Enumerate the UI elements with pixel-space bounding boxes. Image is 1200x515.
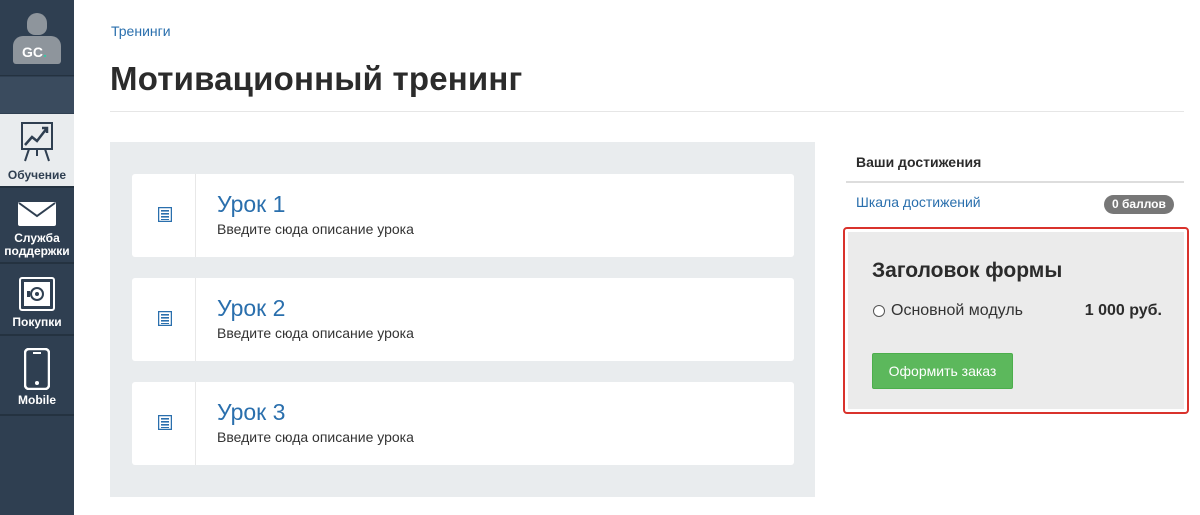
sidebar-item-label: Служба поддержки	[4, 231, 70, 258]
lesson-title[interactable]: Урок 3	[217, 399, 285, 426]
lessons-panel: Урок 1 Введите сюда описание урока Урок …	[110, 142, 815, 497]
smartphone-icon	[24, 348, 50, 390]
lesson-card[interactable]: Урок 1 Введите сюда описание урока	[132, 174, 794, 257]
document-list-icon	[158, 415, 172, 430]
page-title: Мотивационный тренинг	[110, 60, 523, 97]
achievements-title: Ваши достижения	[856, 154, 982, 170]
document-list-icon	[158, 311, 172, 326]
sidebar-spacer	[0, 77, 74, 113]
lesson-icon-cell	[132, 382, 196, 465]
lesson-description: Введите сюда описание урока	[217, 221, 414, 237]
offer-label[interactable]: Основной модуль	[891, 302, 1023, 320]
lesson-description: Введите сюда описание урока	[217, 325, 414, 341]
sidebar-item-learning[interactable]: Обучение	[0, 114, 74, 186]
sidebar: GC. Обучение Служба поддержки Покупки Mo…	[0, 0, 74, 515]
order-form: Заголовок формы Основной модуль 1 000 ру…	[848, 232, 1184, 409]
envelope-icon	[18, 202, 56, 226]
safe-icon	[19, 277, 55, 311]
points-badge: 0 баллов	[1104, 195, 1174, 214]
lesson-description: Введите сюда описание урока	[217, 429, 414, 445]
lesson-icon-cell	[132, 278, 196, 361]
lesson-card[interactable]: Урок 3 Введите сюда описание урока	[132, 382, 794, 465]
place-order-button[interactable]: Оформить заказ	[872, 353, 1013, 389]
logo-dot: .	[43, 44, 47, 60]
breadcrumb-trainings[interactable]: Тренинги	[111, 23, 171, 39]
lesson-title[interactable]: Урок 1	[217, 191, 285, 218]
sidebar-item-purchases[interactable]: Покупки	[0, 264, 74, 334]
lesson-title[interactable]: Урок 2	[217, 295, 285, 322]
title-divider	[110, 111, 1184, 112]
logo-text: GC	[22, 44, 43, 60]
school-logo: GC.	[22, 44, 54, 60]
sidebar-divider	[0, 414, 74, 416]
offer-radio[interactable]	[873, 305, 885, 317]
form-title: Заголовок формы	[872, 259, 1063, 282]
order-form-highlight: Заголовок формы Основной модуль 1 000 ру…	[843, 227, 1189, 414]
sidebar-item-label: Покупки	[12, 315, 62, 329]
avatar[interactable]: GC.	[0, 0, 74, 76]
achievements-divider	[846, 181, 1184, 183]
avatar-head-icon	[27, 13, 47, 35]
document-list-icon	[158, 207, 172, 222]
sidebar-item-mobile[interactable]: Mobile	[0, 336, 74, 414]
lesson-icon-cell	[132, 174, 196, 257]
sidebar-item-label: Mobile	[18, 393, 56, 407]
sidebar-item-label: Обучение	[7, 168, 67, 182]
chart-board-icon	[21, 122, 53, 162]
achievements-scale-link[interactable]: Шкала достижений	[856, 194, 981, 210]
lesson-card[interactable]: Урок 2 Введите сюда описание урока	[132, 278, 794, 361]
sidebar-item-support[interactable]: Служба поддержки	[0, 188, 74, 262]
offer-price: 1 000 руб.	[1084, 302, 1162, 319]
